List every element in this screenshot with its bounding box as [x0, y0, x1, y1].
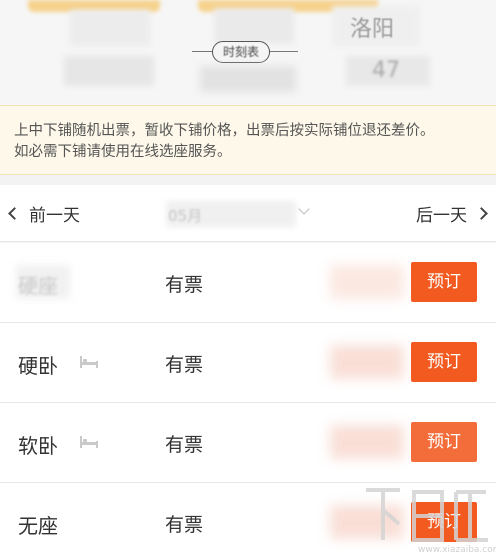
chevron-down-icon: [298, 203, 310, 215]
price-blurred: [330, 345, 404, 379]
availability-status: 有票: [165, 354, 204, 376]
seat-type-label: 软卧: [18, 434, 58, 458]
departure-station-blurred: [70, 10, 150, 46]
chevron-left-icon: [8, 207, 21, 220]
seat-notice: 上中下铺随机出票，暂收下铺价格，出票后按实际铺位退还差价。 如必需下铺请使用在线…: [0, 105, 496, 175]
book-button[interactable]: 预订: [411, 342, 477, 382]
timetable-label: 时刻表: [222, 45, 259, 59]
price-blurred: [330, 425, 404, 459]
train-info-header: 洛阳 时刻表 47: [0, 0, 496, 105]
seat-type-label: 无座: [18, 514, 58, 538]
duration-line: [268, 51, 298, 52]
availability-status: 有票: [165, 434, 204, 456]
seat-type-label: 硬座: [18, 274, 58, 298]
prev-day-button[interactable]: 前一天: [8, 201, 80, 226]
site-watermark-logo: www.xiazaiba.com: [366, 488, 496, 555]
date-navigation: 前一天 05月 后一天: [0, 185, 496, 242]
book-button[interactable]: 预订: [411, 422, 477, 462]
prev-day-label: 前一天: [29, 206, 80, 226]
train-number-blurred: [214, 8, 294, 44]
duration-blurred: [200, 66, 296, 92]
date-value: 05月: [168, 207, 203, 225]
next-day-button[interactable]: 后一天: [416, 201, 488, 226]
bed-icon: [80, 356, 98, 368]
seat-row-soft-sleeper: 软卧 有票 预订: [0, 403, 496, 483]
arrival-station: 洛阳: [350, 17, 395, 42]
timetable-button[interactable]: 时刻表: [212, 41, 270, 63]
duration-line: [192, 51, 214, 52]
svg-text:www.xiazaiba.com: www.xiazaiba.com: [418, 545, 496, 555]
seat-row-hard-sleeper: 硬卧 有票 预订: [0, 323, 496, 403]
chevron-right-icon: [475, 207, 488, 220]
book-button[interactable]: 预订: [411, 262, 477, 302]
notice-line-2: 如必需下铺请使用在线选座服务。: [14, 144, 232, 160]
seat-row-hard-seat: 硬座 有票 预订: [0, 243, 496, 323]
bed-icon: [80, 436, 98, 448]
availability-status: 有票: [165, 514, 204, 536]
departure-time-blurred: [64, 56, 154, 86]
date-picker[interactable]: 05月: [160, 199, 320, 229]
notice-line-1: 上中下铺随机出票，暂收下铺价格，出票后按实际铺位退还差价。: [14, 123, 435, 139]
price-blurred: [330, 265, 404, 299]
seat-type-label: 硬卧: [18, 354, 58, 378]
next-day-label: 后一天: [416, 206, 467, 226]
arrival-time: 47: [372, 58, 400, 83]
availability-status: 有票: [165, 274, 204, 296]
